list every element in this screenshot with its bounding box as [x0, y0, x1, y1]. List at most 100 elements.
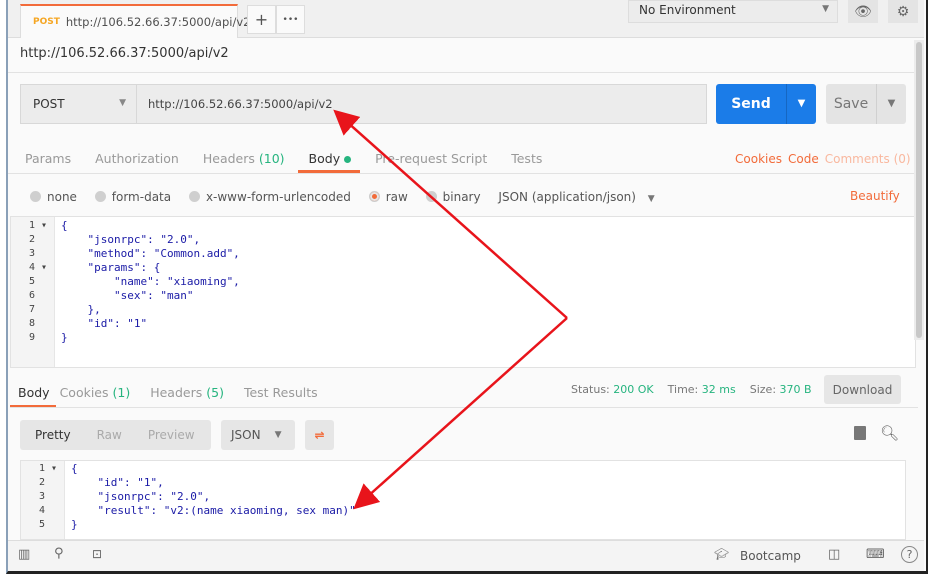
tab-tests[interactable]: Tests [511, 151, 542, 166]
eye-icon[interactable]: 👁 [848, 0, 878, 23]
line-number: 1 ▾ [38, 463, 57, 474]
postman-window: POST http://106.52.66.37:5000/api/v2 + •… [6, 0, 928, 574]
tab-authorization[interactable]: Authorization [95, 151, 179, 166]
code-text: }, [61, 303, 101, 316]
code-line: 4 ▾ "params": { [11, 261, 915, 275]
sidebar-toggle-icon[interactable]: ▥ [18, 547, 30, 562]
code-line: 1 ▾ { [21, 462, 905, 476]
chevron-down-icon: ▼ [647, 194, 655, 204]
code-text: } [61, 331, 68, 344]
code-text: { [61, 219, 68, 232]
resp-tab-body[interactable]: Body [18, 385, 50, 400]
code-line: 5 } [21, 518, 905, 532]
divider [8, 72, 918, 73]
wrap-lines-icon[interactable]: ⇌ [305, 420, 334, 450]
two-pane-icon[interactable]: ◫ [828, 547, 840, 562]
send-dropdown-icon[interactable]: ▼ [786, 84, 816, 124]
tab-prerequest-script[interactable]: Pre-request Script [375, 151, 487, 166]
code-line: 2 "id": "1", [21, 476, 905, 490]
scrollbar[interactable] [914, 40, 924, 340]
response-body-viewer: 1 ▾{2 "id": "1", 3 "jsonrpc": "2.0", 4 "re… [20, 460, 906, 540]
tab-method: POST [33, 17, 60, 27]
more-tabs-button[interactable]: ••• [276, 5, 305, 34]
code-line: 5 "name": "xiaoming", [11, 275, 915, 289]
code-text: } [71, 518, 78, 531]
comments-link[interactable]: Comments (0) [825, 152, 911, 166]
tab-params[interactable]: Params [25, 151, 71, 166]
code-line: 3 "method": "Common.add", [11, 247, 915, 261]
pretty-button[interactable]: Pretty [35, 428, 71, 442]
find-icon[interactable]: ⚲ [54, 546, 64, 561]
line-number: 3 [38, 491, 57, 502]
tab-headers[interactable]: Headers (10) [203, 151, 285, 166]
resp-tab-test-results[interactable]: Test Results [244, 385, 318, 400]
line-number: 6 [28, 290, 47, 301]
code-text: "jsonrpc": "2.0", [61, 233, 201, 246]
cookies-link[interactable]: Cookies [735, 152, 782, 166]
download-button[interactable]: Download [824, 375, 901, 404]
request-name: http://106.52.66.37:5000/api/v2 [20, 46, 229, 61]
code-text: { [71, 462, 78, 475]
save-dropdown-icon[interactable]: ▼ [876, 84, 906, 124]
bootcamp-link[interactable]: Bootcamp [740, 549, 801, 563]
send-label: Send [731, 96, 771, 112]
status-bar: ▥ ⚲ ⊡ 🎓︎ Bootcamp ◫ ⌨ ? [8, 540, 924, 571]
resp-tab-headers[interactable]: Headers (5) [150, 385, 224, 400]
preview-button[interactable]: Preview [148, 428, 195, 442]
format-select[interactable]: JSON ▼ [221, 420, 295, 450]
save-button[interactable]: Save ▼ [826, 84, 906, 124]
radio-form-data[interactable]: form-data [94, 190, 171, 204]
console-icon[interactable]: ⊡ [92, 547, 102, 561]
line-number: 3 [28, 248, 47, 259]
radio-binary[interactable]: binary [425, 190, 481, 204]
method-label: POST [33, 97, 65, 111]
size-value: 370 B [779, 383, 812, 396]
chevron-down-icon: ▼ [822, 4, 829, 14]
search-icon[interactable]: 🔍︎ [880, 424, 899, 442]
code-line: 7 }, [11, 303, 915, 317]
beautify-link[interactable]: Beautify [850, 189, 900, 203]
chevron-down-icon: ▼ [274, 430, 282, 440]
code-line: 4 "result": "v2:(name xiaoming, sex man)… [21, 504, 905, 518]
raw-button[interactable]: Raw [97, 428, 122, 442]
keyboard-shortcuts-icon[interactable]: ⌨ [866, 547, 885, 562]
method-select[interactable]: POST ▼ [20, 84, 137, 124]
line-number: 2 [38, 477, 57, 488]
line-number: 4 [38, 505, 57, 516]
code-line: 3 "jsonrpc": "2.0", [21, 490, 905, 504]
bootcamp-icon: 🎓︎ [714, 547, 730, 561]
tab-url: http://106.52.66.37:5000/api/v2 [65, 15, 251, 29]
request-tab[interactable]: POST http://106.52.66.37:5000/api/v2 [20, 4, 250, 38]
tab-body[interactable]: Body [309, 151, 352, 166]
code-text: "jsonrpc": "2.0", [71, 490, 211, 503]
code-text: "sex": "man" [61, 289, 194, 302]
radio-none[interactable]: none [30, 190, 77, 204]
environment-label: No Environment [639, 3, 736, 17]
gear-icon[interactable]: ⚙ [888, 0, 918, 23]
radio-raw[interactable]: raw [368, 190, 408, 204]
content-type-select[interactable]: JSON (application/json) ▼ [498, 190, 654, 204]
status-value: 200 OK [613, 383, 654, 396]
environment-select[interactable]: No Environment ▼ [628, 0, 838, 23]
code-line: 6 "sex": "man" [11, 289, 915, 303]
line-number: 2 [28, 234, 47, 245]
request-tabs: Params Authorization Headers (10) Body P… [25, 151, 566, 166]
code-text: "id": "1" [61, 317, 148, 330]
request-body-editor[interactable]: 1 ▾{2 "jsonrpc": "2.0", 3 "method": "Comm… [10, 216, 916, 368]
send-button[interactable]: Send ▼ [716, 84, 816, 124]
code-line: 2 "jsonrpc": "2.0", [11, 233, 915, 247]
url-input[interactable]: http://106.52.66.37:5000/api/v2 [136, 84, 707, 124]
code-line: 1 ▾ { [11, 219, 915, 233]
help-icon[interactable]: ? [901, 546, 918, 563]
code-link[interactable]: Code [788, 152, 819, 166]
body-type-options: none form-data x-www-form-urlencoded raw… [30, 190, 669, 204]
radio-urlencoded[interactable]: x-www-form-urlencoded [188, 190, 351, 204]
line-number: 9 [28, 332, 47, 343]
new-tab-button[interactable]: + [247, 5, 276, 34]
response-meta: Status: 200 OK Time: 32 ms Size: 370 B [571, 383, 812, 396]
body-active-dot-icon [344, 156, 352, 163]
resp-tab-cookies[interactable]: Cookies (1) [60, 385, 131, 400]
copy-icon[interactable] [854, 426, 866, 440]
code-text: "name": "xiaoming", [61, 275, 240, 288]
code-text: "result": "v2:(name xiaoming, sex man)" [71, 504, 356, 517]
